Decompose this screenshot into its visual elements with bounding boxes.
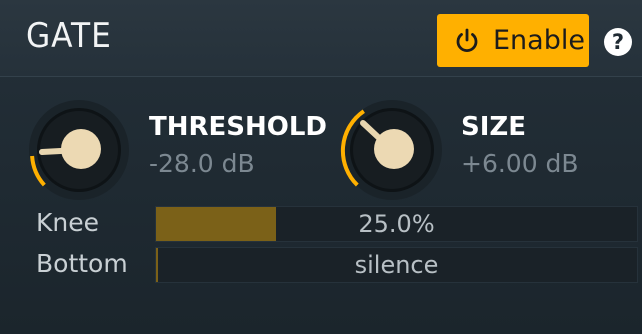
bottom-slider[interactable]: silence bbox=[155, 247, 638, 283]
bottom-label: Bottom bbox=[36, 249, 128, 278]
knee-slider[interactable]: 25.0% bbox=[155, 206, 638, 242]
panel-title: GATE bbox=[26, 16, 112, 56]
size-value: +6.00 dB bbox=[461, 149, 579, 178]
threshold-value: -28.0 dB bbox=[149, 149, 255, 178]
threshold-name: THRESHOLD bbox=[149, 112, 328, 142]
enable-label: Enable bbox=[493, 25, 585, 56]
help-button[interactable]: ? bbox=[604, 28, 632, 56]
enable-button[interactable]: Enable bbox=[437, 14, 589, 67]
power-icon bbox=[456, 28, 478, 52]
gate-panel: GATE Enable ? THRESHOLD -28.0 dB SIZE +6… bbox=[0, 0, 642, 334]
knee-label: Knee bbox=[36, 208, 100, 237]
size-knob[interactable] bbox=[340, 98, 444, 202]
title-bar: GATE Enable ? bbox=[0, 0, 642, 77]
size-name: SIZE bbox=[461, 112, 527, 142]
bottom-value: silence bbox=[354, 251, 439, 279]
knee-value: 25.0% bbox=[358, 210, 435, 238]
threshold-knob[interactable] bbox=[27, 98, 131, 202]
